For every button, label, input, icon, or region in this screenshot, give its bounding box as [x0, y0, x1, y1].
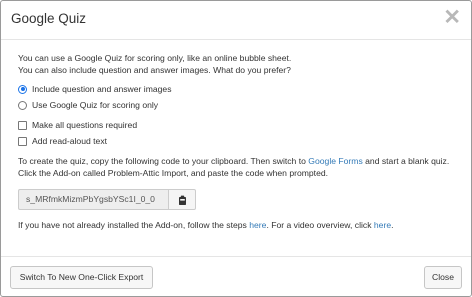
install-steps-link[interactable]: here	[249, 220, 266, 230]
instructions-part-1: To create the quiz, copy the following c…	[18, 156, 309, 166]
radio-group: Include question and answer images Use G…	[18, 81, 458, 113]
radio-button-include-images[interactable]	[18, 84, 27, 94]
radio-label-include-images[interactable]: Include question and answer images	[32, 83, 172, 95]
addon-note-part-3: .	[391, 220, 394, 230]
instructions-line-1: To create the quiz, copy the following c…	[18, 155, 458, 167]
instructions-text: To create the quiz, copy the following c…	[18, 155, 458, 179]
quiz-code-field[interactable]: s_MRfmkMizmPbYgsbYSc1I_0_0	[18, 189, 168, 210]
addon-note-line: If you have not already installed the Ad…	[18, 219, 458, 231]
checkbox-label-required[interactable]: Make all questions required	[32, 119, 137, 131]
addon-note-part-1: If you have not already installed the Ad…	[18, 220, 250, 230]
dialog-footer: Switch To New One-Click Export Close	[1, 256, 471, 297]
checkbox-option-read-aloud[interactable]: Add read-aloud text	[18, 133, 458, 149]
dialog-header: Google Quiz ✕	[1, 1, 471, 40]
google-forms-link[interactable]: Google Forms	[308, 156, 362, 166]
clipboard-icon	[178, 195, 186, 205]
radio-option-scoring-only[interactable]: Use Google Quiz for scoring only	[18, 97, 458, 113]
radio-option-include-images[interactable]: Include question and answer images	[18, 81, 458, 97]
addon-note-part-2: . For a video overview, click	[266, 220, 374, 230]
instructions-line-2: Click the Add-on called Problem-Attic Im…	[18, 168, 329, 178]
copy-code-button[interactable]	[168, 189, 196, 210]
instructions-part-2: and start a blank quiz.	[362, 156, 450, 166]
radio-button-scoring-only[interactable]	[18, 100, 27, 110]
google-quiz-dialog: Google Quiz ✕ You can use a Google Quiz …	[0, 0, 472, 297]
intro-text: You can use a Google Quiz for scoring on…	[18, 52, 458, 76]
checkbox-required[interactable]	[18, 120, 27, 130]
close-button[interactable]: Close	[424, 266, 462, 289]
addon-note: If you have not already installed the Ad…	[18, 219, 458, 231]
code-row: s_MRfmkMizmPbYgsbYSc1I_0_0	[18, 189, 458, 210]
radio-label-scoring-only[interactable]: Use Google Quiz for scoring only	[32, 99, 158, 111]
switch-to-one-click-export-button[interactable]: Switch To New One-Click Export	[10, 266, 153, 289]
checkbox-group: Make all questions required Add read-alo…	[18, 117, 458, 149]
video-overview-link[interactable]: here	[374, 220, 391, 230]
close-icon[interactable]: ✕	[443, 7, 461, 28]
intro-line-1: You can use a Google Quiz for scoring on…	[18, 53, 292, 63]
dialog-body: You can use a Google Quiz for scoring on…	[18, 52, 458, 231]
checkbox-label-read-aloud[interactable]: Add read-aloud text	[32, 135, 107, 147]
checkbox-option-required[interactable]: Make all questions required	[18, 117, 458, 133]
checkbox-read-aloud[interactable]	[18, 136, 27, 146]
dialog-title: Google Quiz	[11, 11, 87, 26]
intro-line-2: You can also include question and answer…	[18, 65, 291, 75]
